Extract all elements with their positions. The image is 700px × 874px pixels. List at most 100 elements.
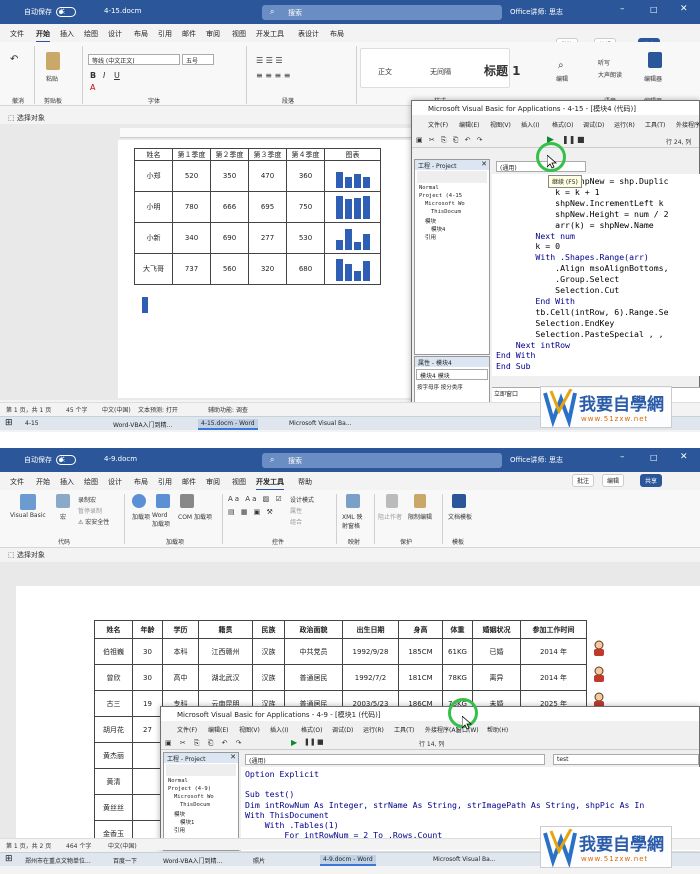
chart-bar[interactable]: [353, 242, 361, 250]
find-icon[interactable]: ⌕: [558, 60, 564, 71]
table-cell[interactable]: [132, 794, 163, 821]
code-line[interactable]: Option Explicit: [245, 769, 319, 779]
code-line[interactable]: With ThisDocument: [245, 810, 329, 820]
vba-menu-item[interactable]: 格式(O): [301, 725, 322, 734]
word-addins-icon[interactable]: [156, 494, 170, 508]
vba-menu-item[interactable]: 视图(V): [490, 120, 511, 129]
vba-menu-item[interactable]: 外接程序(A): [676, 120, 700, 129]
table-row[interactable]: 大飞哥 737 560 320 680: [134, 253, 381, 285]
taskbar-item[interactable]: Word-VBA入门到精...: [160, 855, 225, 866]
xml-pane-icon[interactable]: [346, 494, 360, 508]
ribbon-tab[interactable]: 审阅: [206, 477, 220, 487]
search-box[interactable]: ⌕ 搜索: [262, 5, 502, 20]
block-authors-icon[interactable]: [386, 494, 398, 508]
table-cell[interactable]: 2014 年: [520, 664, 587, 691]
project-tree-item[interactable]: Microsoft Wo: [425, 201, 465, 207]
project-tree-item[interactable]: 模块4: [431, 225, 445, 233]
search-box[interactable]: ⌕ 搜索: [262, 453, 502, 468]
legacy-controls-icons[interactable]: ▤ ▦ ▣ ⚒: [228, 508, 275, 516]
read-aloud-button[interactable]: 大声朗读: [598, 70, 622, 79]
table-cell[interactable]: 750: [286, 191, 325, 223]
ribbon-tab[interactable]: 绘图: [84, 29, 98, 39]
ribbon-tab[interactable]: 插入: [60, 29, 74, 39]
vba-menu-item[interactable]: 编辑(E): [459, 120, 479, 129]
ribbon-tab[interactable]: 开发工具: [256, 477, 284, 491]
ribbon-tab[interactable]: 开始: [36, 29, 50, 43]
chart-bar[interactable]: [344, 229, 352, 250]
document-template-icon[interactable]: [452, 494, 466, 508]
table-row[interactable]: 小明 780 666 695 750: [134, 191, 381, 223]
font-size-select[interactable]: 五号: [182, 54, 214, 65]
editor-icon[interactable]: [648, 52, 662, 68]
project-tree-item[interactable]: ThisDocum: [431, 209, 461, 215]
style-no-spacing[interactable]: 无间隔: [430, 67, 451, 77]
maximize-icon[interactable]: □: [650, 5, 658, 14]
code-line[interactable]: k = k + 1: [496, 187, 599, 197]
bold-icon[interactable]: B: [90, 71, 96, 80]
taskbar-item[interactable]: 4-15.docm - Word: [198, 419, 258, 430]
visual-basic-button[interactable]: Visual Basic: [10, 512, 46, 519]
chart-bar[interactable]: [344, 264, 352, 281]
com-addins-button[interactable]: COM 加载项: [178, 512, 218, 521]
taskbar-item[interactable]: 4-9.docm - Word: [320, 855, 376, 866]
table-cell[interactable]: 560: [210, 253, 249, 285]
restrict-editing-icon[interactable]: [414, 494, 426, 508]
table-cell[interactable]: 普通居民: [284, 664, 343, 691]
minimize-icon[interactable]: –: [620, 4, 625, 14]
group-button[interactable]: 组合: [290, 517, 302, 526]
chart-bar[interactable]: [362, 261, 370, 281]
close-icon[interactable]: ✕: [230, 753, 236, 761]
table-cell[interactable]: 2014 年: [520, 638, 587, 665]
mini-bar-chart[interactable]: [328, 192, 378, 220]
vba-menu-item[interactable]: 运行(R): [614, 120, 635, 129]
chart-cell[interactable]: [324, 160, 381, 192]
project-tree-item[interactable]: Microsoft Wo: [174, 794, 214, 800]
vba-menu-item[interactable]: 插入(I): [521, 120, 539, 129]
code-line[interactable]: tb.Cell(intRow, 6).Range.Se: [496, 307, 668, 317]
code-line[interactable]: Next intRow: [496, 340, 570, 350]
table-cell[interactable]: 61KG: [442, 638, 473, 665]
com-addins-icon[interactable]: [180, 494, 194, 508]
chart-bar[interactable]: [344, 199, 352, 219]
table-cell[interactable]: 曾欣: [94, 664, 133, 691]
autosave-toggle[interactable]: [56, 455, 76, 465]
code-line[interactable]: Dim intRowNum As Integer, strName As Str…: [245, 800, 644, 810]
account-name[interactable]: Office讲师: 思志: [510, 455, 563, 465]
run-icon[interactable]: ▶: [291, 738, 297, 747]
edit-mode-button[interactable]: 编辑: [602, 474, 625, 487]
code-line[interactable]: End Sub: [496, 361, 531, 371]
code-line[interactable]: Selection.PasteSpecial , ,: [496, 329, 663, 339]
table-cell[interactable]: 黄丝丝: [94, 794, 133, 821]
xml-pane-button[interactable]: XML 映射窗格: [342, 512, 368, 530]
chart-bar[interactable]: [353, 198, 361, 219]
properties-tabs[interactable]: 按字母序 按分类序: [417, 383, 463, 391]
table-cell[interactable]: 黄清: [94, 768, 133, 795]
mini-bar-chart[interactable]: [328, 161, 378, 189]
ribbon-tab[interactable]: 邮件: [182, 477, 196, 487]
table-cell[interactable]: 185CM: [398, 638, 443, 665]
code-line[interactable]: arr(k) = shpNew.Name: [496, 220, 654, 230]
ribbon-tab[interactable]: 布局: [134, 477, 148, 487]
record-macro-button[interactable]: 录制宏: [78, 495, 96, 504]
table-cell[interactable]: 520: [172, 160, 211, 192]
table-cell[interactable]: 470: [248, 160, 287, 192]
ribbon-tab[interactable]: 设计: [108, 29, 122, 39]
vba-menu-item[interactable]: 工具(T): [394, 725, 414, 734]
project-tree-item[interactable]: ThisDocum: [180, 802, 210, 808]
code-line[interactable]: shpNew.Height = num / 2: [496, 209, 668, 219]
accessibility[interactable]: 辅助功能: 调查: [208, 405, 248, 414]
table-cell[interactable]: 360: [286, 160, 325, 192]
vba-menu-item[interactable]: 插入(I): [270, 725, 288, 734]
table-cell[interactable]: 19: [132, 690, 163, 717]
ribbon-tab[interactable]: 布局: [134, 29, 148, 39]
document-template-button[interactable]: 文档模板: [448, 512, 472, 521]
project-tree-item[interactable]: 引用: [174, 826, 185, 834]
project-tree-item[interactable]: Normal: [168, 778, 188, 784]
vba-toolbar-icons[interactable]: ▣ ✂ ⎘ ⎗ ↶ ↷: [165, 739, 245, 748]
table-cell[interactable]: 30: [132, 638, 163, 665]
table-row[interactable]: 伯祖巍 30 本科 江西赣州 汉族 中共党员 1992/9/28 185CM 61KG 已婚 201…: [94, 638, 587, 665]
project-tree-item[interactable]: Normal: [419, 185, 439, 191]
chart-cell[interactable]: [324, 253, 381, 285]
vba-toolbar-icons[interactable]: ▣ ✂ ⎘ ⎗ ↶ ↷: [416, 136, 485, 145]
table-cell[interactable]: 78KG: [442, 664, 473, 691]
